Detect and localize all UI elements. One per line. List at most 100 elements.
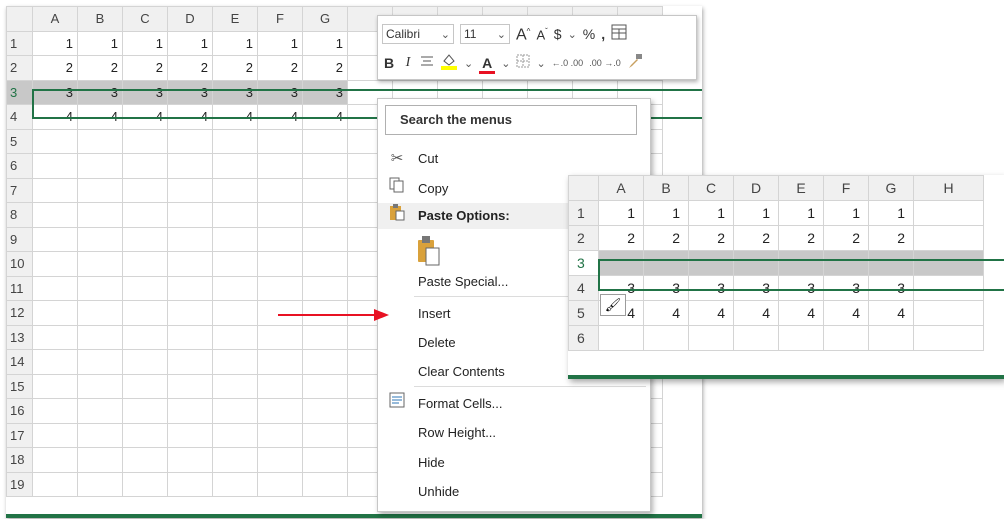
- menu-item-hide[interactable]: Hide: [378, 451, 650, 475]
- cell[interactable]: [212, 300, 258, 326]
- column-header[interactable]: C: [688, 175, 734, 201]
- increase-decimal-icon[interactable]: ←.0 .00: [552, 58, 584, 68]
- row-header[interactable]: 17: [6, 422, 33, 448]
- cell[interactable]: [32, 202, 78, 228]
- row-header[interactable]: 8: [6, 202, 33, 228]
- column-header[interactable]: A: [32, 6, 78, 32]
- cell[interactable]: [212, 226, 258, 252]
- cell[interactable]: [122, 153, 168, 179]
- menu-item-cut[interactable]: ✂ Cut: [378, 147, 650, 171]
- row-header[interactable]: 16: [6, 398, 33, 424]
- chevron-down-icon[interactable]: ⌄: [464, 57, 473, 70]
- cell[interactable]: [32, 128, 78, 154]
- cell[interactable]: [212, 349, 258, 375]
- row-header[interactable]: 18: [6, 447, 33, 473]
- row-header[interactable]: 6: [568, 325, 599, 351]
- cell[interactable]: 3: [122, 79, 168, 105]
- cell[interactable]: [257, 202, 303, 228]
- row-header[interactable]: 7: [6, 177, 33, 203]
- shrink-font-icon[interactable]: Aˇ: [536, 23, 547, 45]
- cell[interactable]: [778, 325, 824, 351]
- cell[interactable]: [302, 153, 348, 179]
- cell[interactable]: [823, 250, 869, 276]
- cell[interactable]: 4: [32, 104, 78, 130]
- cell[interactable]: [257, 275, 303, 301]
- cell[interactable]: [122, 128, 168, 154]
- cell[interactable]: 3: [32, 79, 78, 105]
- cell[interactable]: 4: [122, 104, 168, 130]
- cell[interactable]: [167, 447, 213, 473]
- cell[interactable]: [122, 398, 168, 424]
- cell[interactable]: [122, 422, 168, 448]
- cell[interactable]: 2: [868, 225, 914, 251]
- row-header[interactable]: 2: [568, 225, 599, 251]
- cell[interactable]: [913, 225, 984, 251]
- cell[interactable]: [212, 275, 258, 301]
- cell[interactable]: 2: [257, 55, 303, 81]
- cell[interactable]: [257, 153, 303, 179]
- cell[interactable]: [77, 226, 123, 252]
- cell[interactable]: 4: [733, 300, 779, 326]
- cell[interactable]: [32, 177, 78, 203]
- cell[interactable]: [302, 177, 348, 203]
- cell[interactable]: [77, 300, 123, 326]
- cell[interactable]: 4: [302, 104, 348, 130]
- row-header[interactable]: 1: [6, 30, 33, 56]
- cell[interactable]: 1: [257, 30, 303, 56]
- cell[interactable]: [32, 251, 78, 277]
- cell[interactable]: 3: [823, 275, 869, 301]
- cell[interactable]: [302, 373, 348, 399]
- cell[interactable]: [32, 349, 78, 375]
- menu-item-row-height[interactable]: Row Height...: [378, 421, 650, 445]
- cell[interactable]: [257, 128, 303, 154]
- cell[interactable]: [868, 325, 914, 351]
- cell[interactable]: 1: [122, 30, 168, 56]
- cell[interactable]: [167, 251, 213, 277]
- cell[interactable]: 3: [688, 275, 734, 301]
- cell[interactable]: [643, 250, 689, 276]
- cell[interactable]: [302, 275, 348, 301]
- cell[interactable]: [257, 471, 303, 497]
- format-painter-table-icon[interactable]: [611, 24, 627, 44]
- column-header[interactable]: D: [167, 6, 213, 32]
- cell[interactable]: [167, 128, 213, 154]
- cell[interactable]: [32, 373, 78, 399]
- row-header[interactable]: 15: [6, 373, 33, 399]
- cell[interactable]: [167, 471, 213, 497]
- cell[interactable]: [302, 202, 348, 228]
- cell[interactable]: [167, 349, 213, 375]
- row-header[interactable]: 4: [6, 104, 33, 130]
- cell[interactable]: 2: [122, 55, 168, 81]
- cell[interactable]: [77, 177, 123, 203]
- column-header[interactable]: B: [643, 175, 689, 201]
- cell[interactable]: 2: [32, 55, 78, 81]
- cell[interactable]: [122, 471, 168, 497]
- cell[interactable]: 1: [868, 200, 914, 226]
- cell[interactable]: [167, 373, 213, 399]
- cell[interactable]: 2: [823, 225, 869, 251]
- column-header[interactable]: F: [823, 175, 869, 201]
- cell[interactable]: 4: [823, 300, 869, 326]
- cell[interactable]: [257, 422, 303, 448]
- cell[interactable]: [733, 250, 779, 276]
- column-header[interactable]: E: [778, 175, 824, 201]
- cell[interactable]: [32, 447, 78, 473]
- column-header[interactable]: A: [598, 175, 644, 201]
- cell[interactable]: [212, 251, 258, 277]
- font-color-icon[interactable]: A: [479, 54, 496, 74]
- row-header[interactable]: 1: [568, 200, 599, 226]
- italic-icon[interactable]: I: [402, 54, 414, 72]
- cell[interactable]: 2: [77, 55, 123, 81]
- cell[interactable]: 3: [868, 275, 914, 301]
- cell[interactable]: [122, 202, 168, 228]
- font-name-box[interactable]: Calibri ⌄: [382, 24, 454, 44]
- cell[interactable]: [32, 226, 78, 252]
- cell[interactable]: 4: [167, 104, 213, 130]
- cell[interactable]: 1: [32, 30, 78, 56]
- cell[interactable]: [167, 226, 213, 252]
- cell[interactable]: 1: [688, 200, 734, 226]
- cell[interactable]: [913, 300, 984, 326]
- cell[interactable]: 4: [688, 300, 734, 326]
- cell[interactable]: [167, 177, 213, 203]
- cell[interactable]: 4: [77, 104, 123, 130]
